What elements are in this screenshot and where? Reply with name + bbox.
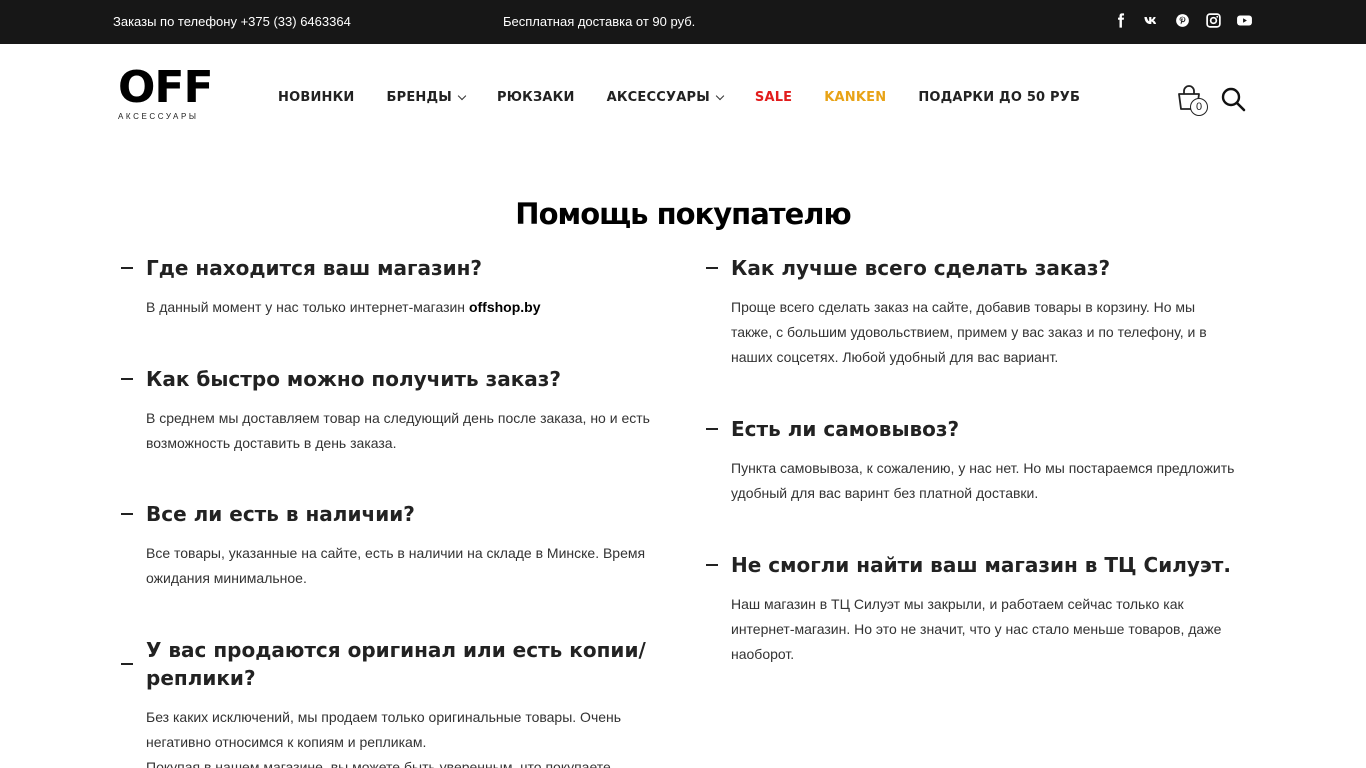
faq-item: Где находится ваш магазин? В данный моме… <box>121 254 651 320</box>
cart-count: 0 <box>1190 98 1208 116</box>
dash-icon <box>121 267 133 269</box>
nav-item-backpacks[interactable]: РЮКЗАКИ <box>497 90 575 105</box>
faq-item: Как лучше всего сделать заказ? Проще все… <box>706 254 1236 370</box>
nav-item-kanken[interactable]: KANKEN <box>824 90 886 105</box>
faq-answer: Все товары, указанные на сайте, есть в н… <box>146 545 646 586</box>
pinterest-icon[interactable] <box>1174 12 1191 29</box>
site-link[interactable]: offshop.by <box>469 299 541 315</box>
dash-icon <box>121 513 133 515</box>
search-icon <box>1221 87 1246 112</box>
site-header: OFF АКСЕССУАРЫ НОВИНКИ БРЕНДЫ РЮКЗАКИ АК… <box>0 44 1366 152</box>
nav-item-accessories[interactable]: АКСЕССУАРЫ <box>607 90 725 105</box>
top-bar: Заказы по телефону +375 (33) 6463364 Бес… <box>0 0 1366 44</box>
nav-item-brands[interactable]: БРЕНДЫ <box>387 90 467 105</box>
faq-answer: Проще всего сделать заказ на сайте, доба… <box>731 299 1207 365</box>
dash-icon <box>706 564 718 566</box>
faq-answer: Без каких исключений, мы продаем только … <box>146 709 622 768</box>
chevron-down-icon <box>457 91 467 100</box>
phone-text: Заказы по телефону +375 (33) 6463364 <box>113 14 351 29</box>
dash-icon <box>121 663 133 665</box>
faq-item: Как быстро можно получить заказ? В средн… <box>121 365 651 456</box>
faq-item: У вас продаются оригинал или есть копии/… <box>121 636 681 768</box>
logo-sub: АКСЕССУАРЫ <box>118 112 199 121</box>
faq-item: Не смогли найти ваш магазин в ТЦ Силуэт.… <box>706 551 1236 667</box>
faq-item: Есть ли самовывоз? Пункта самовывоза, к … <box>706 415 1236 506</box>
social-links <box>1112 12 1253 29</box>
faq-item: Все ли есть в наличии? Все товары, указа… <box>121 500 651 591</box>
faq-question: Где находится ваш магазин? <box>121 254 651 282</box>
instagram-icon[interactable] <box>1205 12 1222 29</box>
youtube-icon[interactable] <box>1236 12 1253 29</box>
vk-icon[interactable] <box>1143 12 1160 29</box>
search-button[interactable] <box>1220 86 1246 117</box>
page-title: Помощь покупателю <box>515 197 851 231</box>
main-nav: НОВИНКИ БРЕНДЫ РЮКЗАКИ АКСЕССУАРЫ SALE K… <box>278 90 1112 105</box>
faq-answer: Наш магазин в ТЦ Силуэт мы закрыли, и ра… <box>731 596 1222 662</box>
faq-question: Не смогли найти ваш магазин в ТЦ Силуэт. <box>706 551 1236 579</box>
delivery-text: Бесплатная доставка от 90 руб. <box>503 14 696 29</box>
chevron-down-icon <box>715 91 725 100</box>
faq-question: Есть ли самовывоз? <box>706 415 1236 443</box>
faq-question: Все ли есть в наличии? <box>121 500 651 528</box>
dash-icon <box>706 267 718 269</box>
logo[interactable]: OFF АКСЕССУАРЫ <box>118 62 214 122</box>
nav-item-gifts[interactable]: ПОДАРКИ ДО 50 РУБ <box>918 90 1080 105</box>
logo-main: OFF <box>118 62 214 113</box>
facebook-icon[interactable] <box>1112 12 1129 29</box>
nav-item-sale[interactable]: SALE <box>755 90 792 105</box>
faq-answer: Пункта самовывоза, к сожалению, у нас не… <box>731 460 1235 501</box>
dash-icon <box>121 378 133 380</box>
faq-question: У вас продаются оригинал или есть копии/… <box>121 636 651 692</box>
nav-item-novinki[interactable]: НОВИНКИ <box>278 90 355 105</box>
faq-question: Как лучше всего сделать заказ? <box>706 254 1236 282</box>
cart-button[interactable]: 0 <box>1176 84 1210 118</box>
dash-icon <box>706 428 718 430</box>
faq-answer: В среднем мы доставляем товар на следующ… <box>146 410 650 451</box>
faq-question: Как быстро можно получить заказ? <box>121 365 651 393</box>
faq-answer: В данный момент у нас только интернет-ма… <box>146 299 541 315</box>
